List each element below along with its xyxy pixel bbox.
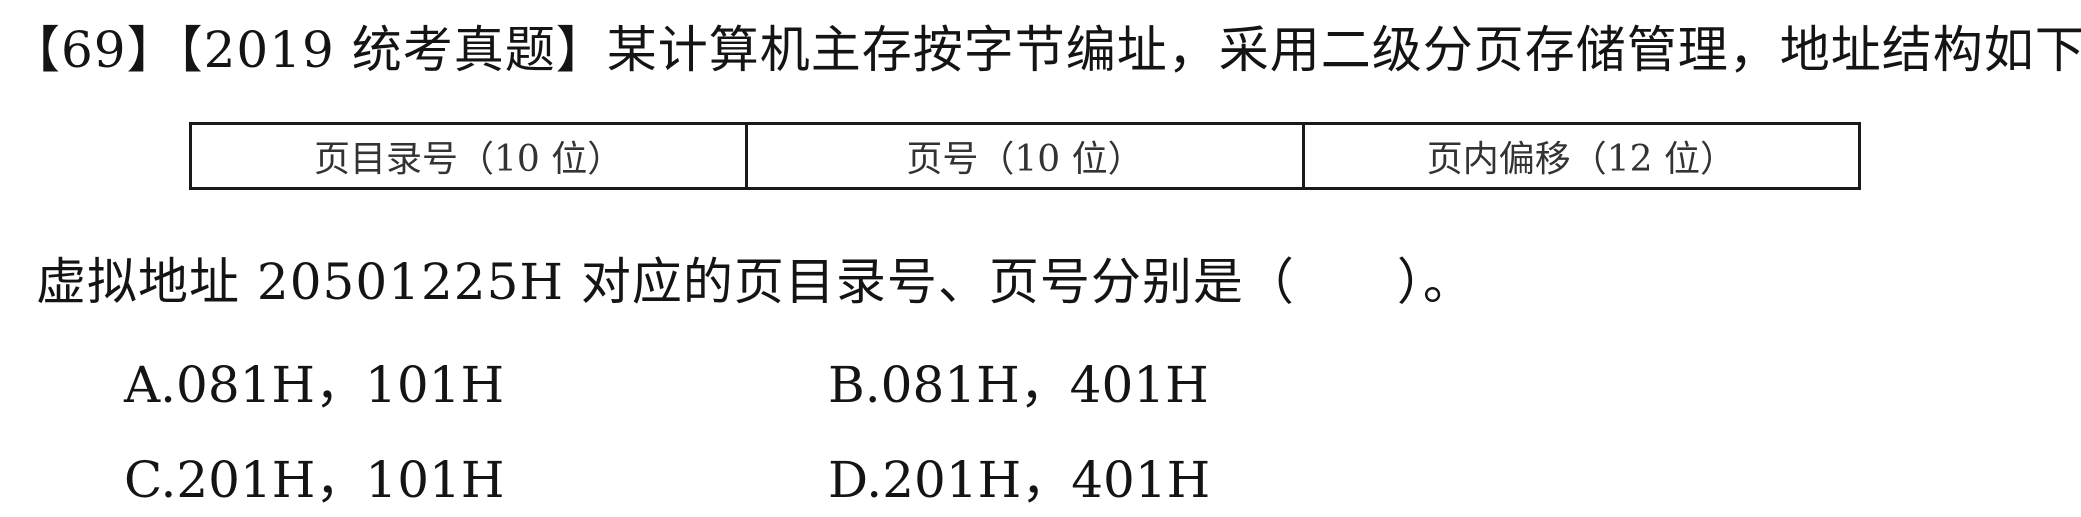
cell-page-offset: 页内偏移（12 位） [1301, 125, 1858, 187]
option-d[interactable]: D.201H，401H [828, 450, 1210, 510]
option-a[interactable]: A.081H，101H [124, 355, 504, 415]
option-b[interactable]: B.081H，401H [828, 355, 1209, 415]
question-body: 虚拟地址 20501225H 对应的页目录号、页号分别是（ ）。 [36, 253, 1474, 311]
address-structure-table: 页目录号（10 位） 页号（10 位） 页内偏移（12 位） [189, 122, 1861, 190]
question-title: 【69】【2019 统考真题】某计算机主存按字节编址，采用二级分页存储管理，地址… [10, 21, 2081, 79]
cell-page-directory: 页目录号（10 位） [314, 139, 624, 180]
option-c[interactable]: C.201H，101H [124, 450, 504, 510]
cell-page-number: 页号（10 位） [745, 125, 1301, 187]
